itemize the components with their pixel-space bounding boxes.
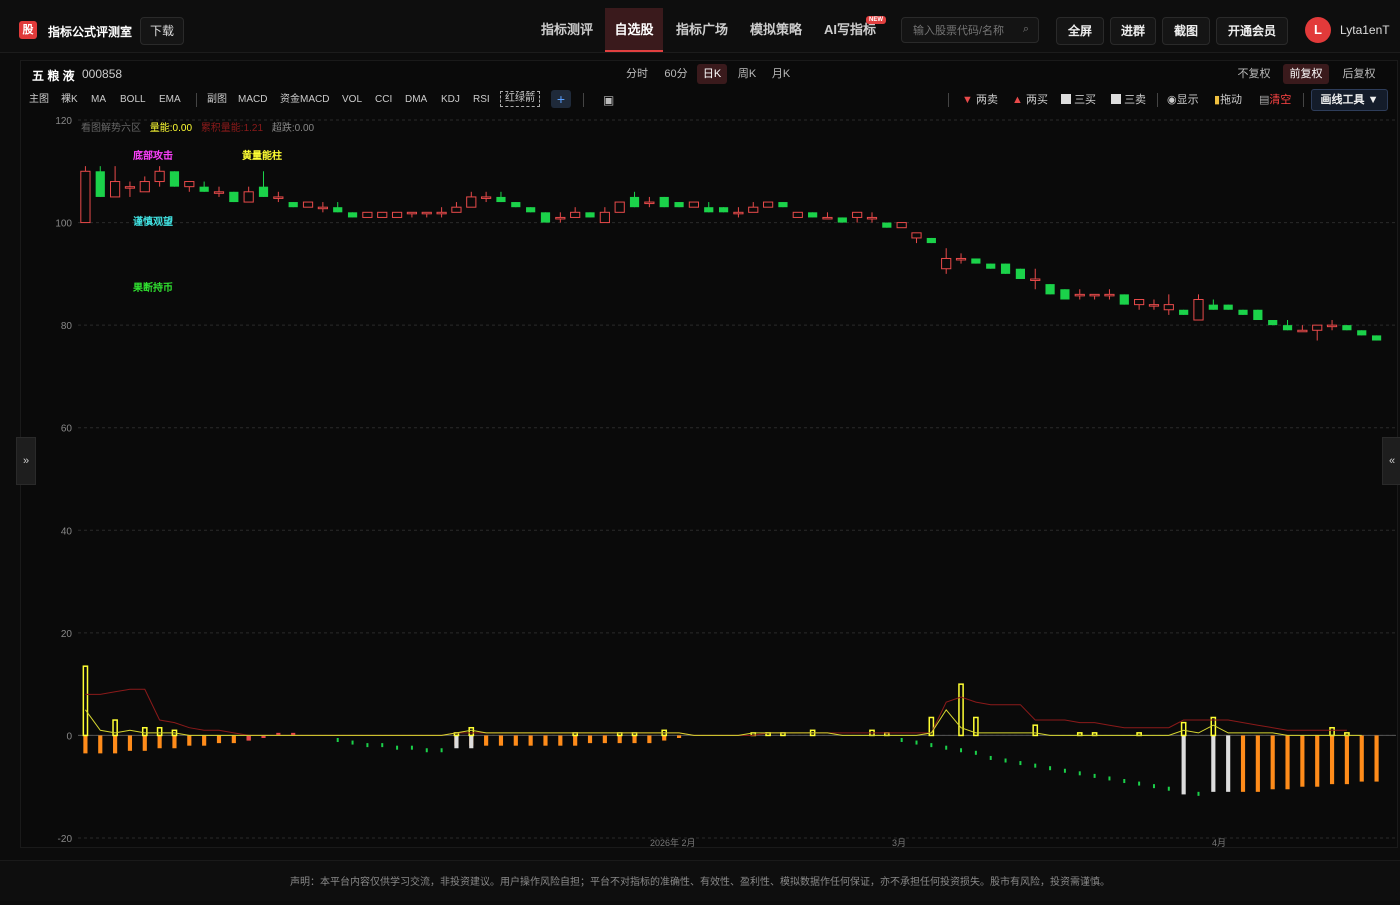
- stock-code: 000858: [82, 67, 123, 81]
- search-input[interactable]: [911, 24, 1025, 38]
- ind-main[interactable]: 主图: [29, 93, 49, 107]
- ind-boll[interactable]: BOLL: [120, 93, 146, 107]
- vip-button[interactable]: 开通会员: [1216, 17, 1288, 45]
- ind-dma[interactable]: DMA: [405, 93, 427, 107]
- annotation-decisive: 果断持币: [133, 283, 173, 294]
- three-buy-button[interactable]: 三买: [1061, 93, 1096, 107]
- chart-header-energy: 量能:0.00: [149, 123, 193, 134]
- app-title: 指标公式评测室: [48, 25, 133, 39]
- divider: [583, 93, 584, 107]
- left-collapse-tab[interactable]: »: [16, 437, 36, 485]
- logo-icon: 股: [19, 21, 37, 39]
- two-sell-label: 两卖: [975, 94, 998, 106]
- ind-ma[interactable]: MA: [91, 93, 106, 107]
- two-sell-button[interactable]: ▼ 两卖: [962, 93, 998, 107]
- three-buy-label: 三买: [1074, 94, 1097, 106]
- eye-icon: ◉: [1167, 94, 1177, 106]
- ind-naked-k[interactable]: 裸K: [61, 93, 78, 107]
- ind-macd[interactable]: MACD: [238, 93, 267, 107]
- clear-label: 清空: [1269, 94, 1292, 106]
- down-triangle-icon: ▼: [962, 94, 973, 106]
- download-button[interactable]: 下载: [140, 17, 184, 45]
- nav-indicator-square[interactable]: 指标广场: [668, 8, 736, 52]
- adjust-none[interactable]: 不复权: [1232, 64, 1276, 84]
- ind-kdj[interactable]: KDJ: [441, 93, 460, 107]
- ind-sub[interactable]: 副图: [207, 93, 227, 107]
- right-collapse-tab[interactable]: «: [1382, 437, 1400, 485]
- ind-vol[interactable]: VOL: [342, 93, 362, 107]
- period-60min[interactable]: 60分: [660, 64, 692, 84]
- ind-red-green-arrow[interactable]: 红绿箭: [500, 91, 540, 107]
- annotation-yellow-pillar: 黄量能柱: [242, 151, 282, 162]
- annotation-bottom-attack: 底部攻击: [133, 151, 173, 162]
- nav-watchlist[interactable]: 自选股: [605, 8, 663, 52]
- two-buy-label: 两买: [1025, 94, 1048, 106]
- join-group-button[interactable]: 进群: [1110, 17, 1156, 45]
- drag-button[interactable]: ▮拖动: [1214, 93, 1242, 107]
- nav-indicator-review[interactable]: 指标测评: [532, 8, 602, 52]
- show-label: 显示: [1176, 94, 1199, 106]
- adjust-forward[interactable]: 前复权: [1283, 64, 1329, 84]
- three-sell-button[interactable]: 三卖: [1111, 93, 1146, 107]
- adjust-backward[interactable]: 后复权: [1337, 64, 1381, 84]
- chart-header-accum: 累积量能:1.21: [200, 123, 264, 134]
- ind-fund-macd[interactable]: 资金MACD: [280, 93, 329, 107]
- username[interactable]: Lyta1enT: [1340, 23, 1390, 37]
- add-indicator-button[interactable]: +: [551, 90, 571, 108]
- disclaimer-footer: 声明：本平台内容仅供学习交流，非投资建议。用户操作风险自担；平台不对指标的准确性…: [0, 860, 1400, 901]
- stock-search[interactable]: ⌕: [901, 17, 1039, 43]
- three-sell-label: 三卖: [1124, 94, 1147, 106]
- divider: [1157, 93, 1158, 107]
- fullscreen-button[interactable]: 全屏: [1056, 17, 1104, 45]
- screenshot-button[interactable]: 截图: [1162, 17, 1210, 45]
- new-badge: NEW: [866, 16, 886, 24]
- divider: [948, 93, 949, 107]
- rising-line-icon: [1061, 94, 1071, 104]
- two-buy-button[interactable]: ▲ 两买: [1012, 93, 1048, 107]
- trash-icon: ▤: [1259, 94, 1270, 106]
- draw-tools-dropdown[interactable]: 画线工具 ▼: [1311, 89, 1388, 111]
- divider: [1303, 93, 1304, 107]
- period-weekly[interactable]: 周K: [733, 64, 761, 84]
- ind-ema[interactable]: EMA: [159, 93, 181, 107]
- nav-sim-strategy[interactable]: 模拟策略: [742, 8, 810, 52]
- chart-header-title: 看图解势六区: [81, 123, 141, 134]
- divider: [196, 93, 197, 107]
- period-intraday[interactable]: 分时: [622, 64, 652, 84]
- annotation-caution: 谨慎观望: [133, 217, 173, 228]
- show-button[interactable]: ◉显示: [1167, 93, 1199, 107]
- ind-cci[interactable]: CCI: [375, 93, 392, 107]
- falling-line-icon: [1111, 94, 1121, 104]
- nav-ai-indicator[interactable]: AI写指标: [816, 8, 884, 52]
- avatar[interactable]: L: [1305, 17, 1331, 43]
- chart-header: 看图解势六区 量能:0.00 累积量能:1.21 超跌:0.00: [81, 123, 314, 135]
- period-daily[interactable]: 日K: [697, 64, 727, 84]
- chart-header-super: 超跌:0.00: [271, 123, 315, 134]
- up-triangle-icon: ▲: [1012, 94, 1023, 106]
- save-icon[interactable]: ▣: [603, 93, 614, 107]
- top-bar: 股 指标公式评测室 下载 指标测评 自选股 指标广场 模拟策略 AI写指标 NE…: [0, 0, 1400, 53]
- drag-label: 拖动: [1220, 94, 1243, 106]
- search-icon[interactable]: ⌕: [1023, 23, 1029, 36]
- clear-button[interactable]: ▤清空: [1259, 93, 1291, 107]
- chart-panel: [20, 60, 1398, 848]
- stock-name: 五 粮 液: [32, 69, 75, 83]
- ind-rsi[interactable]: RSI: [473, 93, 490, 107]
- period-monthly[interactable]: 月K: [767, 64, 795, 84]
